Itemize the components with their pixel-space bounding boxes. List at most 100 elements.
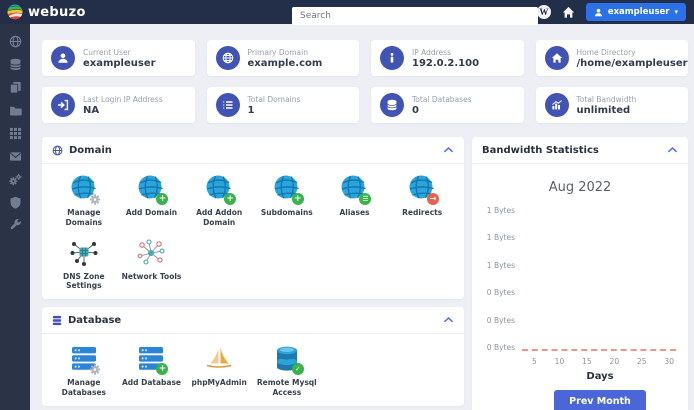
sidebar-item-folders folder-icon[interactable] — [9, 104, 22, 117]
panel-title: Database — [68, 314, 122, 326]
user-icon — [51, 46, 75, 70]
feature-label: Redirects — [402, 208, 443, 217]
feature-aliases[interactable]: ☰ Aliases — [321, 174, 389, 228]
sidebar-item-apps apps-grid-icon[interactable] — [9, 127, 22, 140]
card-label: Total Bandwidth — [576, 94, 637, 104]
panel-title: Domain — [69, 144, 112, 156]
y-tick: 0 Bytes — [486, 315, 515, 325]
globe-icon — [215, 46, 240, 70]
feature-redirects[interactable]: → Redirects — [388, 174, 456, 228]
chart-title: Aug 2022 — [548, 180, 612, 195]
card-label: Primary Domain — [247, 47, 308, 57]
add-database-icon: + — [136, 344, 169, 375]
main-content: Current User exampleuser Primary Domain … — [30, 24, 694, 410]
feature-label: Remote Mysql Access — [256, 378, 317, 397]
sidebar-item-services gears-icon[interactable] — [8, 173, 22, 186]
info-cards: Current User exampleuser Primary Domain … — [42, 40, 688, 123]
manage-databases-icon — [69, 344, 100, 375]
card-label: Total Domains — [247, 94, 301, 104]
webuzo-logo[interactable]: webuzo — [0, 4, 86, 20]
info-icon — [380, 46, 404, 70]
feature-label: Manage Domains — [65, 208, 103, 227]
feature-network-tools[interactable]: Network Tools — [118, 238, 186, 292]
feature-label: Add Addon Domain — [196, 208, 243, 227]
sidebar-item-tools wrench-icon[interactable] — [9, 219, 22, 232]
globe-icon — [52, 145, 63, 155]
card-value: NA — [83, 104, 100, 116]
subdomains-icon: + — [272, 174, 304, 205]
feature-manage-databases[interactable]: Manage Databases — [50, 344, 118, 398]
search-input[interactable] — [292, 7, 538, 25]
x-tick: 15 — [582, 357, 592, 366]
database-panel: Database Manage Databases + Add Database… — [42, 307, 464, 406]
sign-in-icon — [51, 93, 75, 117]
sidebar-item-files files-icon[interactable] — [9, 81, 22, 94]
card-last-login-ip: Last Login IP Address NA — [42, 87, 195, 123]
user-menu-label: exampleuser — [607, 7, 670, 17]
domain-items: Manage Domains + Add Domain + Add Addon … — [42, 164, 464, 299]
user-menu-button[interactable]: exampleuser ▾ — [585, 3, 686, 21]
home-icon[interactable] — [562, 6, 575, 19]
feature-subdomains[interactable]: + Subdomains — [253, 174, 321, 228]
database-icon — [52, 315, 62, 325]
aliases-icon: ☰ — [339, 174, 372, 205]
x-tick: 25 — [636, 357, 647, 366]
list-icon — [215, 93, 240, 117]
prev-month-button[interactable]: Prev Month — [554, 390, 646, 410]
chart-x-label: Days — [586, 371, 614, 382]
chart-icon — [544, 93, 569, 117]
database-panel-header: Database — [42, 307, 464, 334]
wordpress-icon[interactable]: W — [536, 5, 551, 19]
domain-panel: Domain Manage Domains + Add Domain + Add… — [42, 137, 464, 299]
feature-label: Manage Databases — [61, 378, 107, 397]
x-tick: 30 — [664, 357, 674, 366]
feature-label: Aliases — [339, 208, 370, 217]
feature-add-domain[interactable]: + Add Domain — [118, 174, 186, 228]
feature-label: Network Tools — [121, 271, 182, 281]
chart-plot-area — [522, 207, 678, 353]
collapse-chevron-icon[interactable] — [443, 146, 454, 154]
card-label: IP Address — [412, 47, 451, 57]
panel-title: Bandwidth Statistics — [482, 144, 599, 156]
card-ip-address: IP Address 192.0.2.100 — [371, 40, 524, 76]
y-tick: 0 Bytes — [486, 288, 515, 298]
card-total-bandwidth: Total Bandwidth unlimited — [535, 87, 688, 123]
collapse-chevron-icon[interactable] — [667, 146, 678, 154]
card-value: 192.0.2.100 — [412, 57, 480, 69]
feature-phpmyadmin[interactable]: phpMyAdmin — [185, 344, 253, 398]
feature-dns-zone-settings[interactable]: DNS Zone Settings — [50, 238, 118, 292]
collapse-chevron-icon[interactable] — [443, 316, 454, 324]
dns-zone-icon — [69, 238, 99, 268]
y-tick: 1 Bytes — [486, 260, 515, 270]
sidebar-item-security shield-icon[interactable] — [9, 196, 22, 209]
x-tick: 5 — [532, 357, 537, 366]
bandwidth-panel: Bandwidth Statistics Aug 2022 1 Bytes 1 … — [472, 137, 688, 410]
feature-manage-domains[interactable]: Manage Domains — [50, 174, 118, 228]
add-addon-domain-icon: + — [204, 174, 237, 205]
y-tick: 0 Bytes — [486, 342, 515, 352]
card-label: Current User — [83, 47, 131, 57]
sidebar — [0, 24, 30, 410]
card-current-user: Current User exampleuser — [42, 40, 195, 76]
card-primary-domain: Primary Domain example.com — [206, 40, 359, 76]
home-icon — [544, 46, 569, 70]
sidebar-item-email mail-icon[interactable] — [9, 150, 22, 163]
card-value: example.com — [247, 57, 323, 69]
feature-label: Subdomains — [260, 208, 313, 217]
chart-x-axis: 5 10 15 20 25 30 — [522, 353, 678, 366]
card-value: unlimited — [576, 104, 631, 116]
feature-remote-mysql-access[interactable]: ✓ Remote Mysql Access — [253, 344, 321, 398]
phpmyadmin-icon — [204, 344, 234, 374]
logo-text: webuzo — [28, 4, 86, 20]
card-label: Total Databases — [412, 94, 472, 104]
feature-add-addon-domain[interactable]: + Add Addon Domain — [185, 174, 253, 228]
webuzo-logo-icon — [7, 4, 23, 20]
chevron-down-icon: ▾ — [674, 8, 678, 16]
feature-label: Add Database — [121, 378, 182, 387]
feature-add-database[interactable]: + Add Database — [118, 344, 186, 398]
sidebar-item-database database-icon[interactable] — [9, 58, 22, 71]
redirects-icon: → — [407, 174, 440, 205]
topbar: webuzo W exampleuser ▾ — [0, 0, 694, 25]
y-tick: 1 Bytes — [486, 206, 515, 215]
sidebar-item-domain globe-icon[interactable] — [9, 35, 22, 48]
